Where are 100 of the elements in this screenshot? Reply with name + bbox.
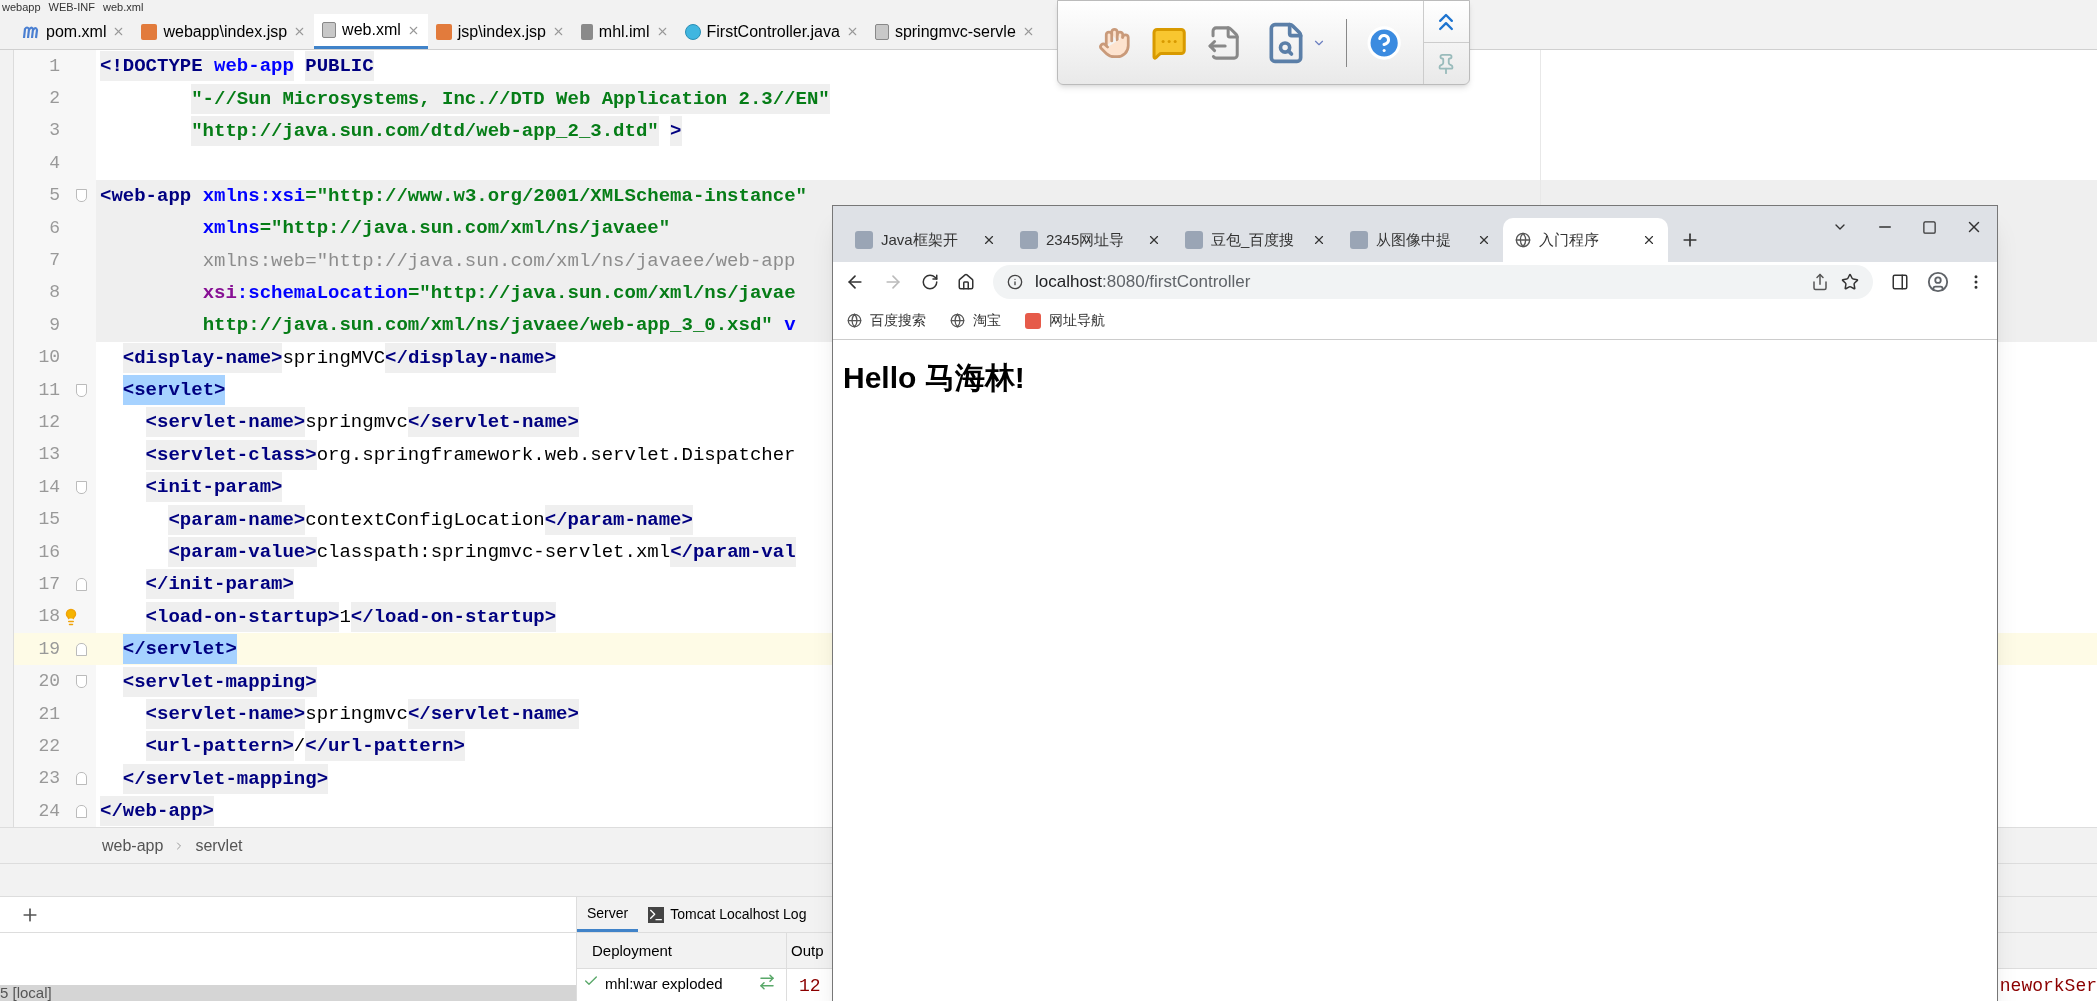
bookmark[interactable]: 淘宝 xyxy=(950,310,1001,331)
tab-label: FirstController.java xyxy=(706,21,840,42)
editor-tab[interactable]: FirstController.java xyxy=(676,14,867,49)
code-token: ="http://www.w3.org/2001/XMLSchema-instance" xyxy=(305,183,807,209)
deployment-item[interactable]: mhl:war exploded xyxy=(605,973,723,996)
tab-label: web.xml xyxy=(342,20,401,40)
line-number: 5 xyxy=(48,184,60,208)
close-icon[interactable] xyxy=(1477,233,1491,247)
line-number: 2 xyxy=(48,87,60,111)
bookmark[interactable]: 百度搜索 xyxy=(847,310,926,331)
site-favicon xyxy=(1185,231,1203,249)
code-token: <param-value> xyxy=(168,537,317,568)
close-icon[interactable] xyxy=(1642,233,1656,247)
line-number: 7 xyxy=(48,249,60,273)
globe-icon xyxy=(1515,232,1531,248)
code-token: <display-name> xyxy=(122,342,283,373)
star-icon[interactable] xyxy=(1841,273,1859,291)
fold-marker[interactable] xyxy=(76,804,87,818)
jsp-file-icon xyxy=(435,23,452,40)
fold-marker[interactable] xyxy=(76,383,87,397)
code-token: </param-val xyxy=(670,537,796,568)
code-token: xmlns:web="http://java.sun.com/xml/ns/javaee/web-app xyxy=(202,248,796,274)
line-number: 4 xyxy=(48,151,60,175)
line-number: 12 xyxy=(37,411,60,434)
editor-tab[interactable]: pom.xml xyxy=(14,14,134,49)
line-number: 20 xyxy=(37,670,60,694)
module-file-icon xyxy=(580,23,593,40)
code-token: <init-param> xyxy=(145,472,283,503)
bookmark[interactable]: 网址导航 xyxy=(1025,310,1105,331)
reload-icon[interactable] xyxy=(921,273,939,291)
close-icon[interactable] xyxy=(1312,233,1326,247)
line-number: 24 xyxy=(37,799,60,823)
path-breadcrumb[interactable]: webapp xyxy=(2,1,41,13)
code-token: > xyxy=(670,115,682,146)
tab-title: 豆包_百度搜 xyxy=(1211,229,1295,250)
tab-label: jsp\index.jsp xyxy=(457,21,546,42)
code-token: </param-name> xyxy=(544,504,693,535)
maven-icon xyxy=(22,24,40,39)
code-token: <load-on-startup> xyxy=(145,601,340,632)
browser-tab[interactable]: Java框架开 xyxy=(843,218,1008,262)
maximize-icon[interactable] xyxy=(1922,219,1937,235)
site-favicon xyxy=(1020,231,1038,249)
code-token: springmvc xyxy=(305,702,408,727)
code-token: </servlet-name> xyxy=(407,699,579,729)
editor-tab[interactable]: jsp\index.jsp xyxy=(427,14,573,49)
line-number: 19 xyxy=(37,637,60,661)
code-token: <servlet> xyxy=(122,375,226,406)
code-token: "-//Sun Microsystems, Inc.//DTD Web Application 2.3//EN" xyxy=(191,83,830,114)
structure-breadcrumb[interactable]: web-app xyxy=(102,833,164,858)
tab-title: Java框架开 xyxy=(881,229,958,250)
code-token: "http://java.sun.com/dtd/web-app_2_3.dtd" xyxy=(191,115,659,146)
line-number: 9 xyxy=(48,313,60,337)
close-icon[interactable] xyxy=(982,233,996,247)
url-text: localhost:8080/firstController xyxy=(1035,271,1251,294)
output-text: neworkSer xyxy=(1999,975,2097,999)
structure-breadcrumb[interactable]: servlet xyxy=(195,833,243,858)
code-token: ="http://java.sun.com/xml/ns/javae xyxy=(407,280,796,306)
code-token: xsi xyxy=(202,280,237,306)
site-favicon xyxy=(855,231,873,249)
site-favicon xyxy=(1350,231,1368,249)
code-token: xmlns xyxy=(202,216,260,242)
line-number: 16 xyxy=(37,540,60,564)
fold-marker[interactable] xyxy=(76,675,87,689)
code-token: <servlet-name> xyxy=(145,407,306,438)
service-tree-item[interactable]: 5 [local] xyxy=(0,985,52,1001)
redeploy-icon[interactable] xyxy=(758,973,776,992)
tab-label: pom.xml xyxy=(46,21,107,42)
fold-marker[interactable] xyxy=(76,577,87,591)
editor-tab[interactable]: springmvc-servle xyxy=(866,14,1043,49)
info-icon[interactable] xyxy=(1007,274,1023,290)
class-icon xyxy=(684,23,701,40)
browser-tab[interactable]: 入门程序 xyxy=(1503,218,1668,262)
share-icon[interactable] xyxy=(1811,273,1829,291)
close-icon[interactable] xyxy=(1147,233,1161,247)
home-icon[interactable] xyxy=(957,273,975,291)
path-breadcrumb[interactable]: web.xml xyxy=(103,1,144,13)
fold-marker[interactable] xyxy=(76,480,87,494)
browser-tab[interactable]: 豆包_百度搜 xyxy=(1173,218,1338,262)
browser-tab[interactable]: 2345网址导 xyxy=(1008,218,1173,262)
path-breadcrumb[interactable]: WEB-INF xyxy=(48,1,95,13)
tab-label: Tomcat Localhost Log xyxy=(670,905,807,925)
line-number: 15 xyxy=(37,508,60,532)
line-number: 3 xyxy=(48,119,60,143)
code-token: contextConfigLocation xyxy=(305,507,545,533)
services-tab[interactable]: Tomcat Localhost Log xyxy=(638,897,817,933)
fold-marker[interactable] xyxy=(76,189,87,203)
tab-label: springmvc-servle xyxy=(894,21,1016,42)
profile-icon[interactable] xyxy=(1927,271,1949,293)
address-bar[interactable]: localhost:8080/firstController xyxy=(993,265,1873,299)
tab-title: 2345网址导 xyxy=(1046,229,1125,250)
line-number: 22 xyxy=(37,734,60,758)
side-panel-icon[interactable] xyxy=(1891,273,1909,291)
line-number: 10 xyxy=(37,346,60,370)
editor-tab[interactable]: web.xml xyxy=(314,14,428,49)
editor-tab[interactable]: mhl.iml xyxy=(572,14,677,49)
line-number: 13 xyxy=(37,443,60,467)
editor-tab[interactable]: webapp\index.jsp xyxy=(133,14,315,49)
browser-tab[interactable]: 从图像中提 xyxy=(1338,218,1503,262)
fold-marker[interactable] xyxy=(76,772,87,786)
fold-marker[interactable] xyxy=(76,642,87,656)
